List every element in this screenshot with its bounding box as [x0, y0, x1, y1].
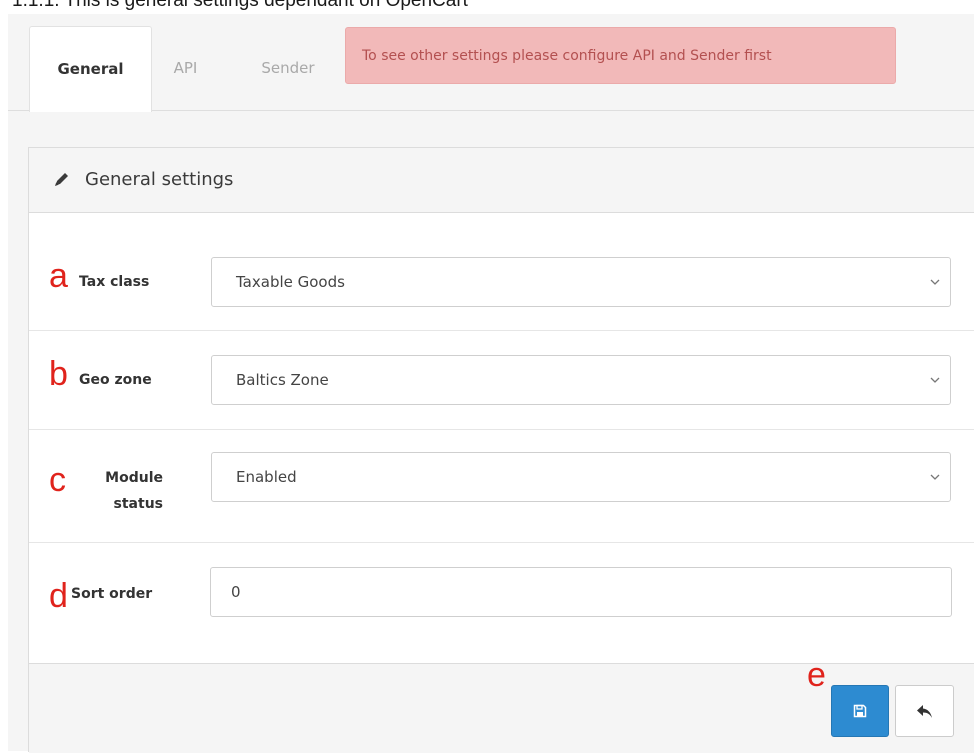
chevron-down-icon: [930, 279, 940, 285]
geo-zone-label: Geo zone: [79, 372, 152, 388]
page-caption: 1.1.1. This is general settings dependan…: [12, 0, 468, 11]
pencil-icon: [55, 173, 68, 186]
chevron-down-icon: [930, 474, 940, 480]
caption-strip: 1.1.1. This is general settings dependan…: [0, 0, 974, 14]
module-status-label: Module status: [79, 465, 163, 517]
panel-footer: e: [29, 658, 974, 753]
chevron-down-icon: [930, 377, 940, 383]
module-status-select[interactable]: Enabled: [211, 452, 951, 502]
module-status-label-line1: Module: [105, 470, 163, 486]
sort-order-row: d Sort order 0: [29, 543, 974, 662]
geo-zone-row: b Geo zone Baltics Zone: [29, 331, 974, 430]
panel-heading: General settings: [29, 148, 974, 213]
tax-class-row: a Tax class Taxable Goods: [29, 213, 974, 331]
annotation-marker-e: e: [807, 656, 826, 694]
sort-order-value: 0: [231, 583, 241, 601]
annotation-marker-c: c: [49, 461, 66, 499]
tax-class-select[interactable]: Taxable Goods: [211, 257, 951, 307]
tab-sender[interactable]: Sender: [242, 26, 334, 110]
panel-title: General settings: [85, 169, 234, 190]
tab-api[interactable]: API: [163, 26, 208, 110]
geo-zone-value: Baltics Zone: [236, 371, 329, 389]
module-status-row: c Module status Enabled: [29, 430, 974, 543]
save-button[interactable]: [831, 685, 889, 737]
general-settings-panel: General settings a Tax class Taxable Goo…: [28, 147, 974, 753]
annotation-marker-a: a: [49, 257, 68, 295]
module-status-label-line2: status: [113, 496, 163, 512]
sort-order-label: Sort order: [71, 586, 153, 602]
annotation-marker-b: b: [49, 355, 68, 393]
tab-general[interactable]: General: [29, 26, 152, 112]
back-button[interactable]: [895, 685, 954, 737]
annotation-marker-d: d: [49, 577, 68, 615]
tax-class-label: Tax class: [79, 274, 150, 290]
tax-class-value: Taxable Goods: [236, 273, 345, 291]
floppy-disk-icon: [853, 704, 867, 718]
module-settings-app: General API Sender To see other settings…: [8, 14, 974, 753]
module-status-value: Enabled: [236, 468, 297, 486]
geo-zone-select[interactable]: Baltics Zone: [211, 355, 951, 405]
configure-warning-alert: To see other settings please configure A…: [345, 27, 896, 84]
sort-order-input[interactable]: 0: [210, 567, 952, 617]
reply-arrow-icon: [917, 705, 932, 718]
tab-bar: General API Sender To see other settings…: [8, 14, 974, 112]
